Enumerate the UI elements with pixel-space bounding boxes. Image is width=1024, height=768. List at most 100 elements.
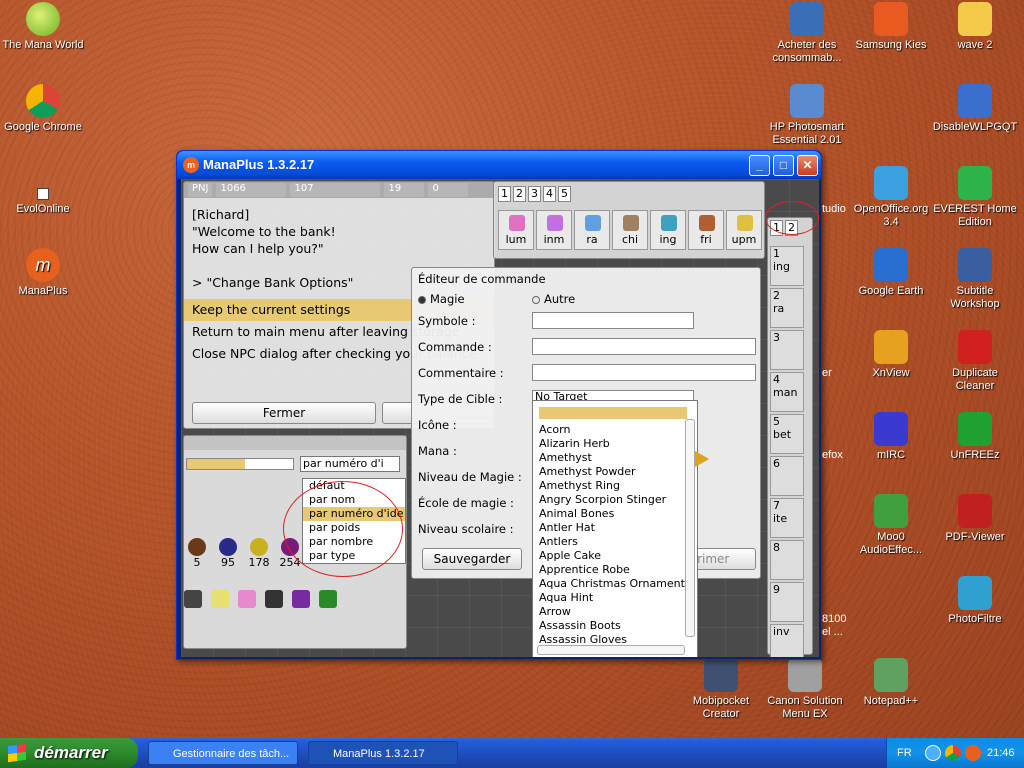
list-item[interactable]: Aqua Hint: [533, 591, 697, 605]
shirt-icon[interactable]: [292, 590, 310, 608]
list-item[interactable]: Animal Bones: [533, 507, 697, 521]
desktop-icon-mirc[interactable]: mIRC: [848, 412, 934, 462]
skills-tab[interactable]: 3: [528, 186, 541, 202]
vertical-scrollbar[interactable]: [685, 419, 695, 637]
list-item[interactable]: Antler Hat: [533, 521, 697, 535]
desktop-icon-wave-2[interactable]: wave 2: [932, 2, 1018, 52]
desktop-icon-subtitle-workshop[interactable]: Subtitle Workshop: [932, 248, 1018, 311]
desktop-icon-moo0-audioeffec[interactable]: Moo0 AudioEffec...: [848, 494, 934, 557]
skill-slot[interactable]: fri: [688, 210, 724, 250]
window-titlebar[interactable]: m ManaPlus 1.3.2.17 _ □ ✕: [177, 151, 821, 179]
desktop-icon-evolonline[interactable]: EvolOnline: [0, 180, 86, 216]
taskbar-item-task-manager[interactable]: Gestionnaire des tâch...: [148, 741, 298, 765]
list-item[interactable]: Amethyst: [533, 451, 697, 465]
radio-magie[interactable]: Magie: [418, 292, 465, 306]
shirt-icon[interactable]: [184, 590, 202, 608]
shortcut-slot[interactable]: 8: [770, 540, 804, 580]
desktop-icon-label: The Mana World: [2, 39, 84, 51]
skill-slot[interactable]: chi: [612, 210, 648, 250]
radio-icon: [418, 295, 426, 304]
desktop-icon-disablewlpgqt[interactable]: DisableWLPGQT: [932, 84, 1018, 134]
npc-close-button[interactable]: Fermer: [192, 402, 376, 424]
desktop-icon-the-mana-world[interactable]: The Mana World: [0, 2, 86, 52]
desktop-icon-label: EVEREST Home Edition: [933, 203, 1017, 228]
start-button[interactable]: démarrer: [0, 738, 138, 768]
list-item[interactable]: Acorn: [533, 423, 697, 437]
shortcut-slot[interactable]: 6: [770, 456, 804, 496]
save-button[interactable]: Sauvegarder: [422, 548, 522, 570]
shirt-icon[interactable]: [319, 590, 337, 608]
list-item[interactable]: Amethyst Ring: [533, 479, 697, 493]
list-item[interactable]: Amethyst Powder: [533, 465, 697, 479]
list-item[interactable]: Apprentice Robe: [533, 563, 697, 577]
shortcut-slot[interactable]: 5 bet: [770, 414, 804, 454]
shortcut-slot[interactable]: 1 ing: [770, 246, 804, 286]
skill-slot[interactable]: upm: [726, 210, 762, 250]
desktop-icon-google-chrome[interactable]: Google Chrome: [0, 84, 86, 134]
list-item[interactable]: Antlers: [533, 535, 697, 549]
radio-autre[interactable]: Autre: [532, 292, 575, 306]
inventory-slot[interactable]: 95: [217, 538, 239, 569]
taskbar-item-manaplus[interactable]: ManaPlus 1.3.2.17: [308, 741, 458, 765]
desktop-icon-manaplus[interactable]: m ManaPlus: [0, 248, 86, 298]
shirt-icon[interactable]: [265, 590, 283, 608]
shortcut-slot[interactable]: 2 ra: [770, 288, 804, 328]
shortcut-slot[interactable]: 7 ite: [770, 498, 804, 538]
desktop-icon-unfreez[interactable]: UnFREEz: [932, 412, 1018, 462]
list-item[interactable]: Apple Cake: [533, 549, 697, 563]
desktop-icon-hp-photosmart-essential-2-01[interactable]: HP Photosmart Essential 2.01: [764, 84, 850, 147]
desktop-icon-acheter-des-consommab[interactable]: Acheter des consommab...: [764, 2, 850, 65]
language-indicator[interactable]: FR: [897, 738, 912, 768]
inventory-slot[interactable]: 5: [186, 538, 208, 569]
sort-select[interactable]: par numéro d'i: [300, 456, 400, 472]
shortcut-slot[interactable]: 3: [770, 330, 804, 370]
manaplus-window[interactable]: m ManaPlus 1.3.2.17 _ □ ✕ PNJ 1066 107 1…: [176, 150, 822, 660]
list-item[interactable]: Arrow: [533, 605, 697, 619]
tray-expand-icon[interactable]: [925, 745, 941, 761]
skill-slot[interactable]: ra: [574, 210, 610, 250]
desktop-icon-notepad[interactable]: Notepad++: [848, 658, 934, 708]
desktop-icon-canon-solution-menu-ex[interactable]: Canon Solution Menu EX: [762, 658, 848, 721]
horizontal-scrollbar[interactable]: [537, 645, 685, 655]
list-item[interactable]: Assassin Boots: [533, 619, 697, 633]
desktop-icon-xnview[interactable]: XnView: [848, 330, 934, 380]
command-editor-dialog[interactable]: Éditeur de commande Magie Autre Symbole …: [411, 267, 761, 657]
list-item[interactable]: Angry Scorpion Stinger: [533, 493, 697, 507]
skill-slot[interactable]: ing: [650, 210, 686, 250]
desktop-icon-samsung-kies[interactable]: Samsung Kies: [848, 2, 934, 52]
inventory-slot[interactable]: 178: [248, 538, 270, 569]
shortcut-slot[interactable]: inv: [770, 624, 804, 657]
commande-input[interactable]: [532, 338, 756, 355]
close-button[interactable]: ✕: [797, 155, 818, 176]
commentaire-input[interactable]: [532, 364, 756, 381]
tray-chrome-icon[interactable]: [945, 745, 961, 761]
game-viewport[interactable]: PNJ 1066 107 19 0 [Richard] "Welcome to …: [181, 179, 819, 657]
skills-tab[interactable]: 5: [558, 186, 571, 202]
desktop-icon-duplicate-cleaner[interactable]: Duplicate Cleaner: [932, 330, 1018, 393]
shirt-icon[interactable]: [211, 590, 229, 608]
shortcut-slot[interactable]: 4 man: [770, 372, 804, 412]
tray-app-icon[interactable]: [965, 745, 981, 761]
skill-slot[interactable]: lum: [498, 210, 534, 250]
target-type-dropdown-list[interactable]: Acorn Alizarin Herb Amethyst Amethyst Powde…: [532, 400, 698, 657]
shortcut-window[interactable]: 1 2 1 ing 2 ra 3 4 man 5 bet 6 7 ite 8 9 inv: [767, 217, 813, 657]
desktop-icon-photofiltre[interactable]: PhotoFiltre: [932, 576, 1018, 626]
skills-tab[interactable]: 1: [498, 186, 511, 202]
desktop-icon-openoffice-org-3-4[interactable]: OpenOffice.org 3.4: [848, 166, 934, 229]
skills-window[interactable]: 1 2 3 4 5 lum inm ra chi ing fri upm: [493, 181, 765, 259]
minimize-button[interactable]: _: [749, 155, 770, 176]
desktop-icon-google-earth[interactable]: Google Earth: [848, 248, 934, 298]
maximize-button[interactable]: □: [773, 155, 794, 176]
skills-tab[interactable]: 4: [543, 186, 556, 202]
list-item[interactable]: Alizarin Herb: [533, 437, 697, 451]
skills-tab[interactable]: 2: [513, 186, 526, 202]
desktop-icon-label: UnFREEz: [950, 449, 1000, 461]
list-item[interactable]: Aqua Christmas Ornament: [533, 577, 697, 591]
shortcut-slot[interactable]: 9: [770, 582, 804, 622]
symbole-input[interactable]: [532, 312, 694, 329]
desktop-icon-everest-home-edition[interactable]: EVEREST Home Edition: [932, 166, 1018, 229]
desktop-icon-mobipocket-creator[interactable]: Mobipocket Creator: [678, 658, 764, 721]
skill-slot[interactable]: inm: [536, 210, 572, 250]
shirt-icon[interactable]: [238, 590, 256, 608]
desktop-icon-pdf-viewer[interactable]: PDF-Viewer: [932, 494, 1018, 544]
